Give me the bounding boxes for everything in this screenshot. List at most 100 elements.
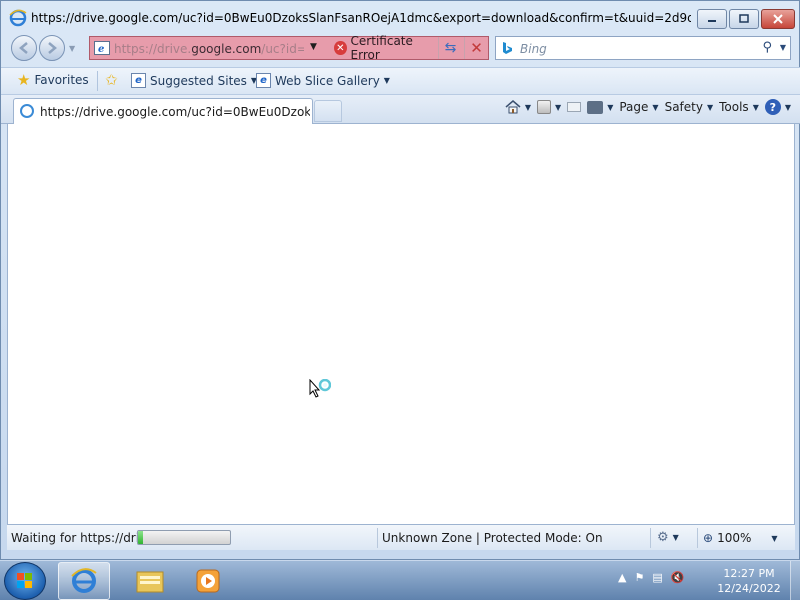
tab-current[interactable]: https://drive.google.com/uc?id=0BwEu0Dzo… xyxy=(13,98,313,124)
start-orb-icon[interactable] xyxy=(4,562,46,600)
chevron-down-icon: ▼ xyxy=(524,102,532,112)
zoom-button[interactable]: ⊕ 100% ▼ xyxy=(703,531,778,545)
navigation-row: ▼ e https://drive.google.com/uc?id=0B ▼ … xyxy=(1,34,800,63)
volume-muted-icon[interactable]: 🔇 xyxy=(671,571,685,584)
chevron-down-icon: ▼ xyxy=(672,533,679,542)
search-placeholder[interactable]: Bing xyxy=(520,42,547,56)
page-menu[interactable]: Page ▼ xyxy=(619,100,658,114)
tools-menu-label: Tools xyxy=(719,100,749,114)
suggested-sites-button[interactable]: e Suggested Sites ▼ xyxy=(131,73,257,88)
suggested-sites-icon: e xyxy=(131,73,146,88)
zoom-icon: ⊕ xyxy=(703,531,714,545)
show-hidden-icons-button[interactable]: ▲ xyxy=(618,571,626,584)
network-icon[interactable]: ▤ xyxy=(652,571,662,584)
flag-icon[interactable]: ⚑ xyxy=(634,571,644,584)
back-icon xyxy=(19,42,28,54)
close-icon xyxy=(773,14,783,24)
stop-button[interactable]: ✕ xyxy=(464,37,488,59)
suggested-sites-label: Suggested Sites xyxy=(150,73,247,88)
address-dropdown[interactable]: ▼ xyxy=(310,42,317,52)
bing-icon xyxy=(503,42,512,54)
maximize-icon xyxy=(739,14,749,23)
search-box[interactable]: Bing ⚲ ▼ xyxy=(495,36,791,60)
browser-window: https://drive.google.com/uc?id=0BwEu0Dzo… xyxy=(0,0,800,560)
safety-menu-label: Safety xyxy=(664,100,703,114)
refresh-button[interactable]: ⇆ xyxy=(438,37,462,59)
favorites-button[interactable]: ★ Favorites xyxy=(17,71,89,89)
print-button[interactable]: ▼ xyxy=(587,100,613,114)
progress-fill xyxy=(138,531,143,544)
chevron-down-icon: ▼ xyxy=(706,102,714,112)
search-options-dropdown[interactable]: ▼ xyxy=(780,43,786,52)
status-divider xyxy=(650,528,651,548)
feeds-icon xyxy=(537,100,552,114)
tools-menu[interactable]: Tools ▼ xyxy=(719,100,759,114)
url-suffix: /uc?id=0B xyxy=(261,42,304,56)
svg-text:e: e xyxy=(98,44,104,55)
new-tab-button[interactable] xyxy=(314,100,342,122)
tab-label: https://drive.google.com/uc?id=0BwEu0Dzo… xyxy=(40,105,310,119)
address-url[interactable]: https://drive.google.com/uc?id=0B xyxy=(114,42,304,56)
add-ons-button[interactable]: ⚙ ▼ xyxy=(657,530,679,545)
maximize-button[interactable] xyxy=(729,9,759,29)
read-mail-icon xyxy=(567,102,582,112)
taskbar-explorer-button[interactable] xyxy=(124,562,176,600)
minimize-button[interactable] xyxy=(697,9,727,29)
busy-cursor-icon xyxy=(309,379,331,398)
help-menu[interactable]: ? ▼ xyxy=(764,99,791,115)
window-title: https://drive.google.com/uc?id=0BwEu0Dzo… xyxy=(31,11,691,25)
title-bar: https://drive.google.com/uc?id=0BwEu0Dzo… xyxy=(1,1,800,35)
url-domain: google.com xyxy=(191,42,262,56)
status-text: Waiting for https://drive.google.com/ xyxy=(11,531,137,545)
ie-icon xyxy=(9,9,27,27)
status-bar: Waiting for https://drive.google.com/ Un… xyxy=(7,524,795,550)
clock-time: 12:27 PM xyxy=(723,567,775,580)
home-icon xyxy=(505,100,521,114)
show-desktop-button[interactable] xyxy=(790,561,800,600)
system-tray: ▲ ⚑ ▤ 🔇 xyxy=(618,571,684,584)
favorites-divider xyxy=(97,71,98,91)
close-button[interactable] xyxy=(761,9,795,29)
status-divider xyxy=(697,528,698,548)
minimize-icon xyxy=(708,20,716,22)
page-content[interactable] xyxy=(7,124,795,524)
back-button[interactable] xyxy=(11,35,37,61)
certificate-error-label: Certificate Error xyxy=(350,34,413,62)
ie-icon xyxy=(71,568,97,593)
stop-icon: ✕ xyxy=(470,39,483,57)
chevron-down-icon: ▼ xyxy=(752,102,759,112)
loading-icon xyxy=(20,104,34,118)
clock-date: 12/24/2022 xyxy=(717,582,781,595)
help-icon: ? xyxy=(764,99,781,115)
tab-row: https://drive.google.com/uc?id=0BwEu0Dzo… xyxy=(1,95,800,124)
status-divider xyxy=(377,528,378,548)
favorites-bar: ★ Favorites ✩ e Suggested Sites ▼ e Web … xyxy=(1,67,800,95)
media-player-icon xyxy=(196,569,220,593)
address-bar[interactable]: e https://drive.google.com/uc?id=0B ▼ ✕ … xyxy=(89,34,489,62)
safety-menu[interactable]: Safety ▼ xyxy=(665,100,714,114)
refresh-icon: ⇆ xyxy=(444,40,457,56)
security-zone[interactable]: Unknown Zone | Protected Mode: On xyxy=(382,531,603,545)
feeds-button[interactable]: ▼ xyxy=(537,100,561,114)
certificate-error-icon: ✕ xyxy=(334,41,347,55)
command-bar: ▼ ▼ ▼ Page ▼ Safety ▼ Tools ▼ ? ▼ xyxy=(505,99,791,115)
taskbar-media-player-button[interactable] xyxy=(182,562,234,600)
recent-pages-dropdown[interactable]: ▼ xyxy=(69,44,75,53)
web-slice-icon: e xyxy=(256,73,271,88)
taskbar-ie-button[interactable] xyxy=(58,562,110,600)
explorer-folder-icon xyxy=(136,571,164,593)
favorites-star-icon: ★ xyxy=(17,71,31,89)
add-to-favorites-bar-button[interactable]: ✩ xyxy=(105,73,118,88)
web-slice-gallery-button[interactable]: e Web Slice Gallery ▼ xyxy=(256,73,390,88)
taskbar-clock[interactable]: 12:27 PM 12/24/2022 xyxy=(712,566,786,596)
forward-button[interactable] xyxy=(39,35,65,61)
home-button[interactable]: ▼ xyxy=(505,100,531,114)
certificate-error-button[interactable]: ✕ Certificate Error xyxy=(330,34,436,62)
tools-gear-icon: ⚙ xyxy=(657,530,669,545)
read-mail-button[interactable] xyxy=(567,102,582,112)
chevron-down-icon: ▼ xyxy=(784,102,791,112)
loading-progress-bar xyxy=(137,530,231,545)
chevron-down-icon: ▼ xyxy=(652,102,659,112)
search-icon[interactable]: ⚲ xyxy=(762,40,772,55)
web-slice-label: Web Slice Gallery xyxy=(275,73,380,88)
